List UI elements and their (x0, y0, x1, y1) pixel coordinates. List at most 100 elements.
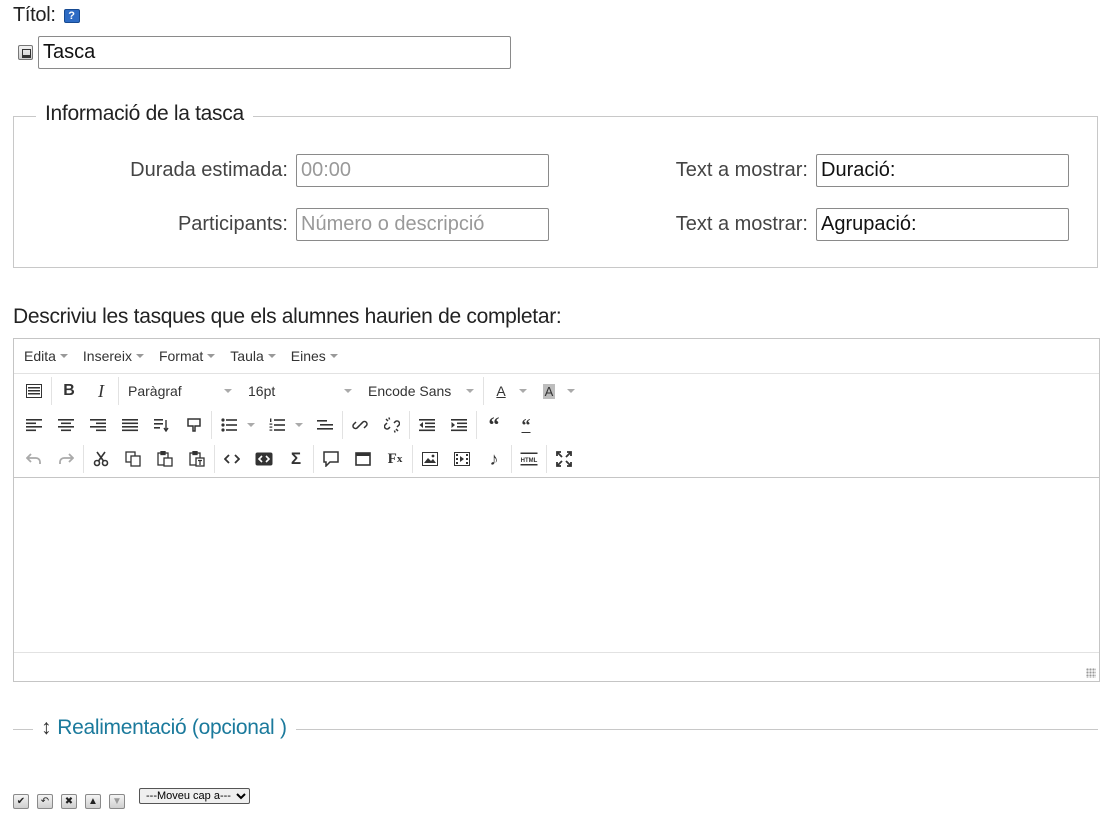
sigma-icon[interactable]: Σ (280, 445, 312, 473)
paste-text-icon[interactable] (181, 445, 213, 473)
copy-icon[interactable] (117, 445, 149, 473)
align-justify-icon[interactable] (114, 411, 146, 439)
feedback-toggle[interactable]: ↕ Realimentació (opcional ) (41, 716, 295, 740)
chevron-down-icon (519, 389, 527, 393)
participants-input[interactable] (296, 208, 549, 241)
paste-icon[interactable] (149, 445, 181, 473)
window-icon[interactable] (347, 445, 379, 473)
chevron-down-icon (295, 423, 303, 427)
italic-icon[interactable]: I (85, 377, 117, 405)
language-icon[interactable] (18, 45, 33, 60)
paragraph-dropdown[interactable]: Paràgraf (120, 377, 240, 405)
delete-icon[interactable]: ✖ (61, 794, 77, 809)
toolbar-separator (412, 445, 413, 473)
participants-text-label: Text a mostrar: (675, 213, 808, 235)
menu-format-label: Format (158, 348, 204, 364)
indent-list-icon[interactable] (309, 411, 341, 439)
numbered-list-button[interactable] (261, 411, 309, 439)
editor-content-area[interactable] (14, 477, 1099, 653)
undo-arrow-icon[interactable]: ↶ (37, 794, 53, 809)
align-right-icon[interactable] (82, 411, 114, 439)
move-to-select[interactable]: ---Moveu cap a--- (139, 787, 250, 804)
text-color-icon: A (496, 383, 506, 399)
title-row: Títol: ? (13, 4, 80, 27)
cut-icon[interactable] (85, 445, 117, 473)
chevron-down-icon (329, 354, 338, 358)
image-icon[interactable] (414, 445, 446, 473)
chevron-down-icon (135, 354, 144, 358)
chevron-down-icon (466, 389, 474, 393)
idevice-actions: ✔ ↶ ✖ ▲ ▼ ---Moveu cap a--- (13, 784, 250, 809)
font-size-dropdown[interactable]: 16pt (240, 377, 360, 405)
feedback-section: ↕ Realimentació (opcional ) (13, 716, 1098, 744)
title-label: Títol: (13, 4, 56, 26)
formula-icon[interactable]: Fx (379, 445, 411, 473)
bullet-list-button[interactable] (213, 411, 261, 439)
redo-icon[interactable] (50, 445, 82, 473)
svg-text:HTML: HTML (521, 458, 538, 464)
title-input[interactable] (38, 36, 511, 69)
indent-icon[interactable] (443, 411, 475, 439)
duration-input[interactable] (296, 154, 549, 187)
duration-text-label: Text a mostrar: (675, 159, 808, 181)
help-icon[interactable]: ? (63, 8, 80, 23)
menu-edit[interactable]: Edita (24, 348, 68, 364)
chevron-down-icon (344, 389, 352, 393)
move-down-icon[interactable]: ▼ (109, 794, 125, 809)
toolbar-separator (214, 445, 215, 473)
duration-label: Durada estimada: (130, 159, 288, 181)
blockquote-icon[interactable]: “ (478, 411, 510, 439)
task-info-legend: Informació de la tasca (36, 102, 253, 126)
speech-bubble-icon[interactable] (315, 445, 347, 473)
menu-tools-label: Eines (290, 348, 326, 364)
quote-inline-icon[interactable]: “ (510, 411, 542, 439)
menu-insert-label: Insereix (82, 348, 132, 364)
menu-table[interactable]: Taula (230, 348, 276, 364)
align-center-icon[interactable] (50, 411, 82, 439)
toolbar-separator (83, 445, 84, 473)
rich-text-editor: Edita Insereix Format Taula Eines B I Pa… (13, 338, 1100, 682)
align-left-icon[interactable] (18, 411, 50, 439)
undo-icon[interactable] (18, 445, 50, 473)
video-icon[interactable] (446, 445, 478, 473)
background-color-icon: A (542, 383, 556, 399)
font-family-dropdown[interactable]: Encode Sans (360, 377, 482, 405)
background-color-button[interactable]: A (533, 377, 581, 405)
line-height-icon[interactable] (146, 411, 178, 439)
menu-table-label: Taula (230, 348, 264, 364)
music-note-icon[interactable]: ♪ (478, 445, 510, 473)
chevron-down-icon (59, 354, 68, 358)
outdent-icon[interactable] (411, 411, 443, 439)
participants-text-input[interactable] (816, 208, 1069, 241)
resize-handle-icon[interactable] (1086, 668, 1096, 678)
move-up-icon[interactable]: ▲ (85, 794, 101, 809)
menu-tools[interactable]: Eines (291, 348, 338, 364)
fullscreen-icon[interactable] (548, 445, 580, 473)
menu-insert[interactable]: Insereix (83, 348, 144, 364)
chevron-down-icon (567, 389, 575, 393)
numbered-list-icon (261, 411, 293, 439)
link-icon[interactable] (344, 411, 376, 439)
bullet-list-icon (213, 411, 245, 439)
font-size-dropdown-label: 16pt (248, 383, 276, 399)
html-source-icon[interactable]: HTML (513, 445, 545, 473)
menu-edit-label: Edita (24, 348, 56, 364)
code-sample-icon[interactable] (248, 445, 280, 473)
feedback-divider-left (13, 729, 33, 730)
editor-menubar: Edita Insereix Format Taula Eines (14, 339, 1099, 374)
bold-icon[interactable]: B (53, 377, 85, 405)
comment-box-icon[interactable] (178, 411, 210, 439)
code-icon[interactable] (216, 445, 248, 473)
text-color-button[interactable]: A (485, 377, 533, 405)
check-icon[interactable]: ✔ (13, 794, 29, 809)
up-down-arrow-icon: ↕ (41, 716, 52, 739)
toolbar-separator (511, 445, 512, 473)
participants-label: Participants: (177, 213, 288, 235)
unlink-icon[interactable] (376, 411, 408, 439)
menu-format[interactable]: Format (158, 348, 216, 364)
toolbar-separator (51, 377, 52, 405)
toolbar-separator (409, 411, 410, 439)
keyboard-icon[interactable] (18, 377, 50, 405)
duration-text-input[interactable] (816, 154, 1069, 187)
task-info-fieldset: Informació de la tasca Durada estimada: … (13, 102, 1098, 268)
